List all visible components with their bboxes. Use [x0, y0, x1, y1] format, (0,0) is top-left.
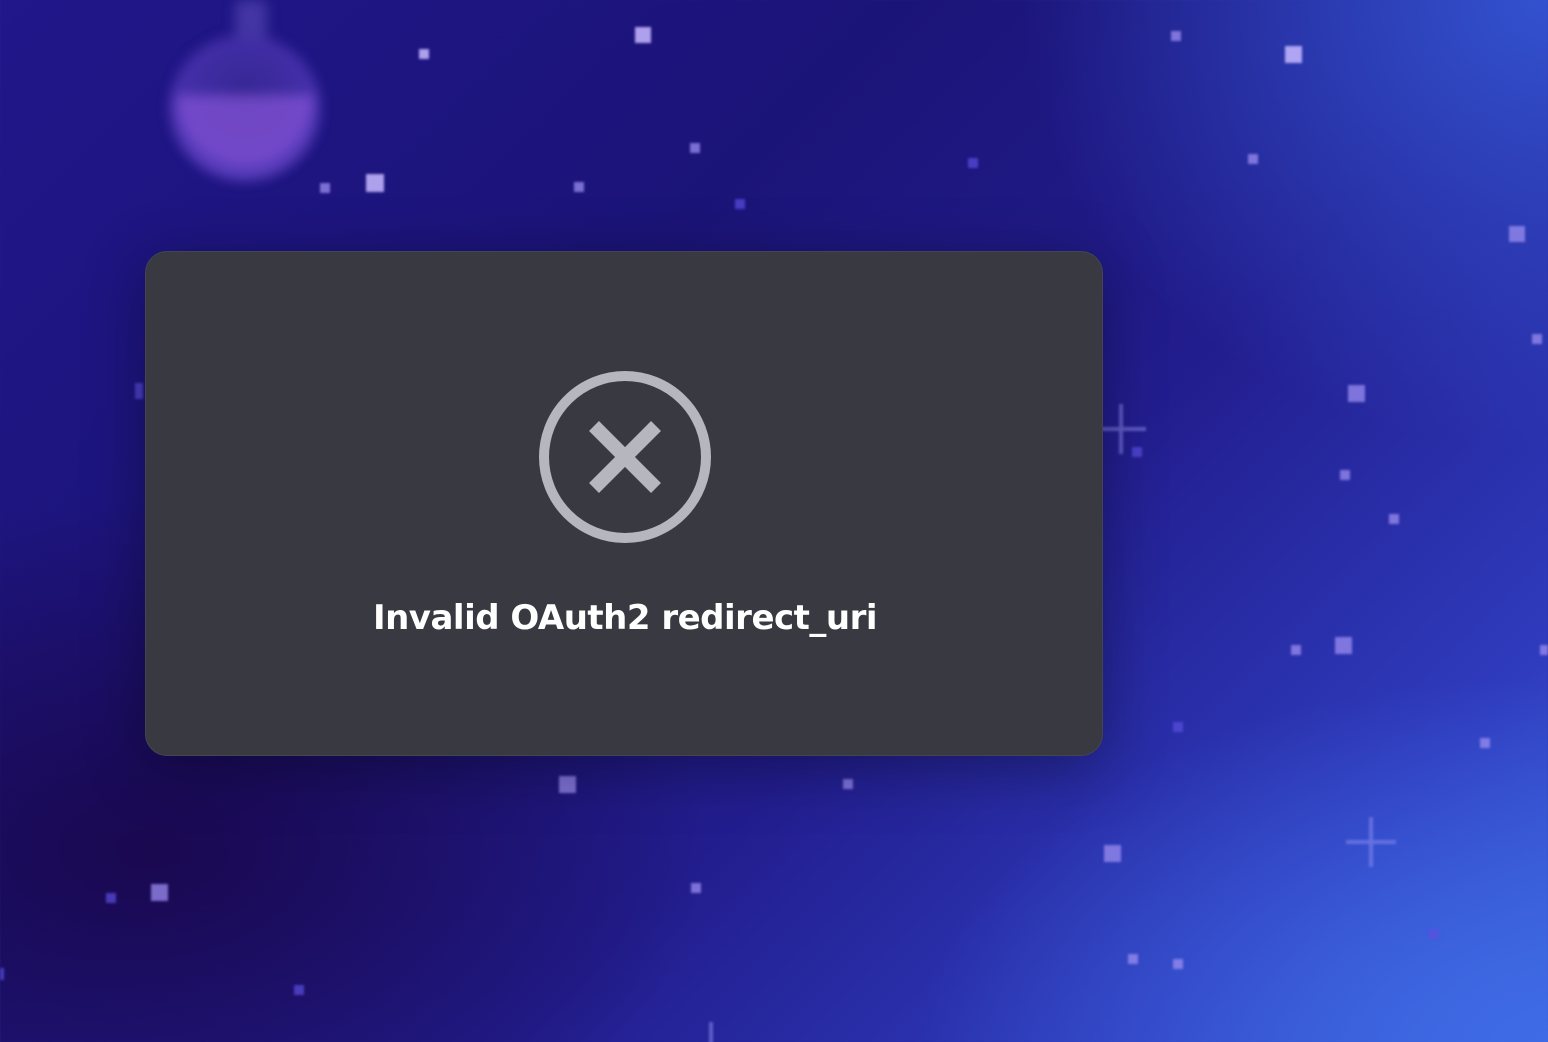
star: [574, 182, 584, 192]
star: [635, 27, 651, 43]
star: [0, 968, 4, 980]
star: [1348, 385, 1365, 402]
star: [1248, 154, 1258, 164]
star: [1540, 645, 1548, 655]
error-message: Invalid OAuth2 redirect_uri: [372, 598, 878, 638]
star: [691, 883, 701, 893]
sparkle-icon: [1346, 817, 1396, 867]
star: [1509, 226, 1525, 242]
circle-x-icon: [539, 371, 711, 543]
star: [968, 158, 978, 168]
star: [1480, 738, 1490, 748]
star: [843, 779, 853, 789]
star: [1429, 929, 1439, 939]
star: [690, 143, 700, 153]
star: [1335, 637, 1352, 654]
star: [1171, 31, 1181, 41]
star: [1285, 46, 1302, 63]
flask-illustration: [165, 0, 325, 190]
star: [1173, 722, 1183, 732]
star: [1128, 954, 1138, 964]
star: [151, 884, 168, 901]
star: [1132, 447, 1142, 457]
sparkle-icon: [686, 1022, 736, 1042]
star: [1173, 959, 1183, 969]
error-modal: Invalid OAuth2 redirect_uri: [145, 251, 1103, 756]
star: [1104, 845, 1121, 862]
star: [135, 383, 143, 399]
star: [1532, 334, 1542, 344]
star: [559, 776, 576, 793]
star: [1389, 514, 1399, 524]
star: [294, 985, 304, 995]
star: [1340, 470, 1350, 480]
star: [320, 183, 330, 193]
star: [106, 893, 116, 903]
star: [419, 49, 429, 59]
star: [366, 174, 384, 192]
star: [735, 199, 745, 209]
star: [1291, 645, 1301, 655]
